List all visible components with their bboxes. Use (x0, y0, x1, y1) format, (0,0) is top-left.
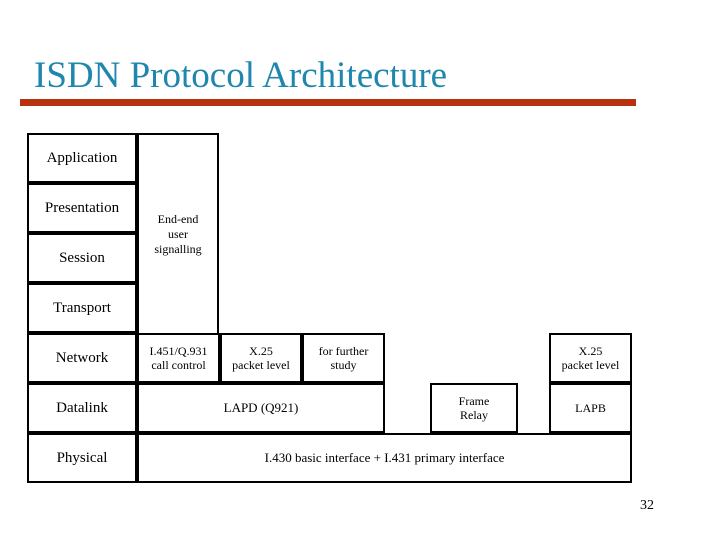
layer-label: Presentation (44, 199, 120, 216)
box-lapd-q921: LAPD (Q921) (137, 383, 385, 433)
box-end-end-user-signalling: End-end user signalling (137, 133, 219, 335)
layer-cell-datalink: Datalink (27, 383, 137, 433)
box-line-1: End-end (157, 211, 199, 226)
box-line-2: study (330, 358, 357, 372)
box-line-1: Frame (458, 394, 490, 408)
box-i451-q931-call-control: I.451/Q.931 call control (137, 333, 220, 383)
layer-cell-session: Session (27, 233, 137, 283)
box-frame-relay: Frame Relay (430, 383, 518, 433)
box-line-1: for further (318, 344, 369, 358)
layer-cell-physical: Physical (27, 433, 137, 483)
layer-cell-application: Application (27, 133, 137, 183)
layer-label: Network (55, 349, 109, 366)
box-label: LAPD (Q921) (223, 400, 299, 415)
box-line-2: call control (151, 358, 206, 372)
layer-cell-network: Network (27, 333, 137, 383)
box-line-2: user (168, 226, 188, 241)
box-for-further-study: for further study (302, 333, 385, 383)
box-lapb: LAPB (549, 383, 632, 433)
layer-label: Physical (56, 449, 108, 466)
box-x25-packet-level-network: X.25 packet level (220, 333, 302, 383)
box-line-1: X.25 (249, 344, 273, 358)
box-line-2: packet level (561, 358, 620, 372)
box-physical-interfaces: I.430 basic interface + I.431 primary in… (137, 433, 632, 483)
layer-label: Session (59, 249, 105, 266)
slide-page-number: 32 (640, 498, 654, 513)
box-label: LAPB (575, 400, 606, 415)
layer-label: Transport (53, 299, 111, 316)
layer-label: Application (46, 149, 118, 166)
layer-cell-presentation: Presentation (27, 183, 137, 233)
box-line-2: packet level (232, 358, 290, 372)
box-line-1: X.25 (578, 344, 603, 358)
box-label: I.430 basic interface + I.431 primary in… (264, 450, 505, 465)
box-x25-packet-level-right: X.25 packet level (549, 333, 632, 383)
layer-cell-transport: Transport (27, 283, 137, 333)
box-line-2: Relay (460, 408, 488, 422)
layer-label: Datalink (56, 399, 108, 416)
isdn-protocol-architecture-diagram: Application Presentation Session Transpo… (0, 0, 720, 540)
box-line-1: I.451/Q.931 (149, 344, 208, 358)
box-line-3: signalling (154, 241, 202, 256)
